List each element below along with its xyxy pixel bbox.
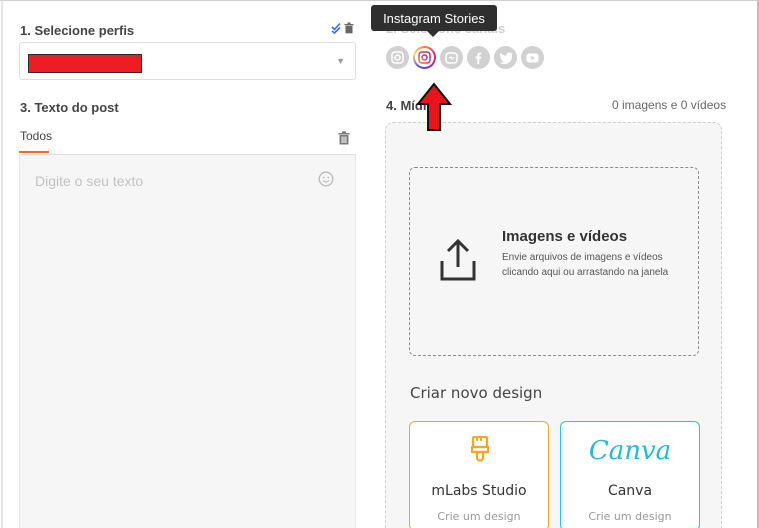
channel-facebook[interactable] xyxy=(467,46,490,69)
dropzone-description: Envie arquivos de imagens e vídeos clica… xyxy=(502,252,669,278)
redacted-profile xyxy=(28,54,142,73)
annotation-arrow-icon xyxy=(415,82,453,137)
media-count: 0 imagens e 0 vídeos xyxy=(612,98,727,112)
canva-card[interactable]: Canva Canva Crie um design xyxy=(560,421,700,528)
emoji-icon[interactable] xyxy=(318,171,334,192)
left-border xyxy=(1,0,3,528)
channel-list xyxy=(386,46,544,69)
post-text-input[interactable] xyxy=(19,154,356,528)
twitter-icon xyxy=(499,51,513,64)
trash-icon[interactable] xyxy=(338,131,350,150)
canva-logo: Canva xyxy=(588,436,672,466)
profile-select[interactable]: ▼ xyxy=(19,42,356,80)
profiles-actions xyxy=(331,21,354,39)
youtube-icon xyxy=(526,53,539,62)
dropzone-title: Imagens e vídeos xyxy=(502,228,628,245)
channel-youtube[interactable] xyxy=(521,46,544,69)
select-all-icon[interactable] xyxy=(331,21,341,39)
instagram-stories-icon xyxy=(418,51,431,64)
instagram-icon xyxy=(391,51,404,64)
profiles-section-title: 1. Selecione perfis xyxy=(20,23,135,38)
tooltip-arrow xyxy=(427,31,439,37)
facebook-icon xyxy=(475,52,482,64)
post-text-section-title: 3. Texto do post xyxy=(20,100,119,115)
channel-tooltip: Instagram Stories xyxy=(371,5,497,31)
card-title: Canva xyxy=(607,483,653,499)
channel-igtv[interactable] xyxy=(440,46,463,69)
tab-todos[interactable]: Todos xyxy=(20,129,52,143)
design-section-title: Criar novo design xyxy=(410,384,543,402)
brush-icon xyxy=(470,435,490,467)
chevron-down-icon: ▼ xyxy=(336,56,345,66)
card-subtitle: Crie um design xyxy=(437,510,521,523)
upload-icon xyxy=(440,237,476,286)
mlabs-studio-card[interactable]: mLabs Studio Crie um design xyxy=(409,421,549,528)
clear-profiles-icon[interactable] xyxy=(344,21,354,39)
card-subtitle: Crie um design xyxy=(588,510,672,523)
channel-instagram[interactable] xyxy=(386,46,409,69)
card-title: mLabs Studio xyxy=(431,483,527,499)
igtv-icon xyxy=(445,52,458,64)
channel-instagram-stories[interactable] xyxy=(413,46,436,69)
tab-active-indicator xyxy=(19,151,49,153)
channel-twitter[interactable] xyxy=(494,46,517,69)
